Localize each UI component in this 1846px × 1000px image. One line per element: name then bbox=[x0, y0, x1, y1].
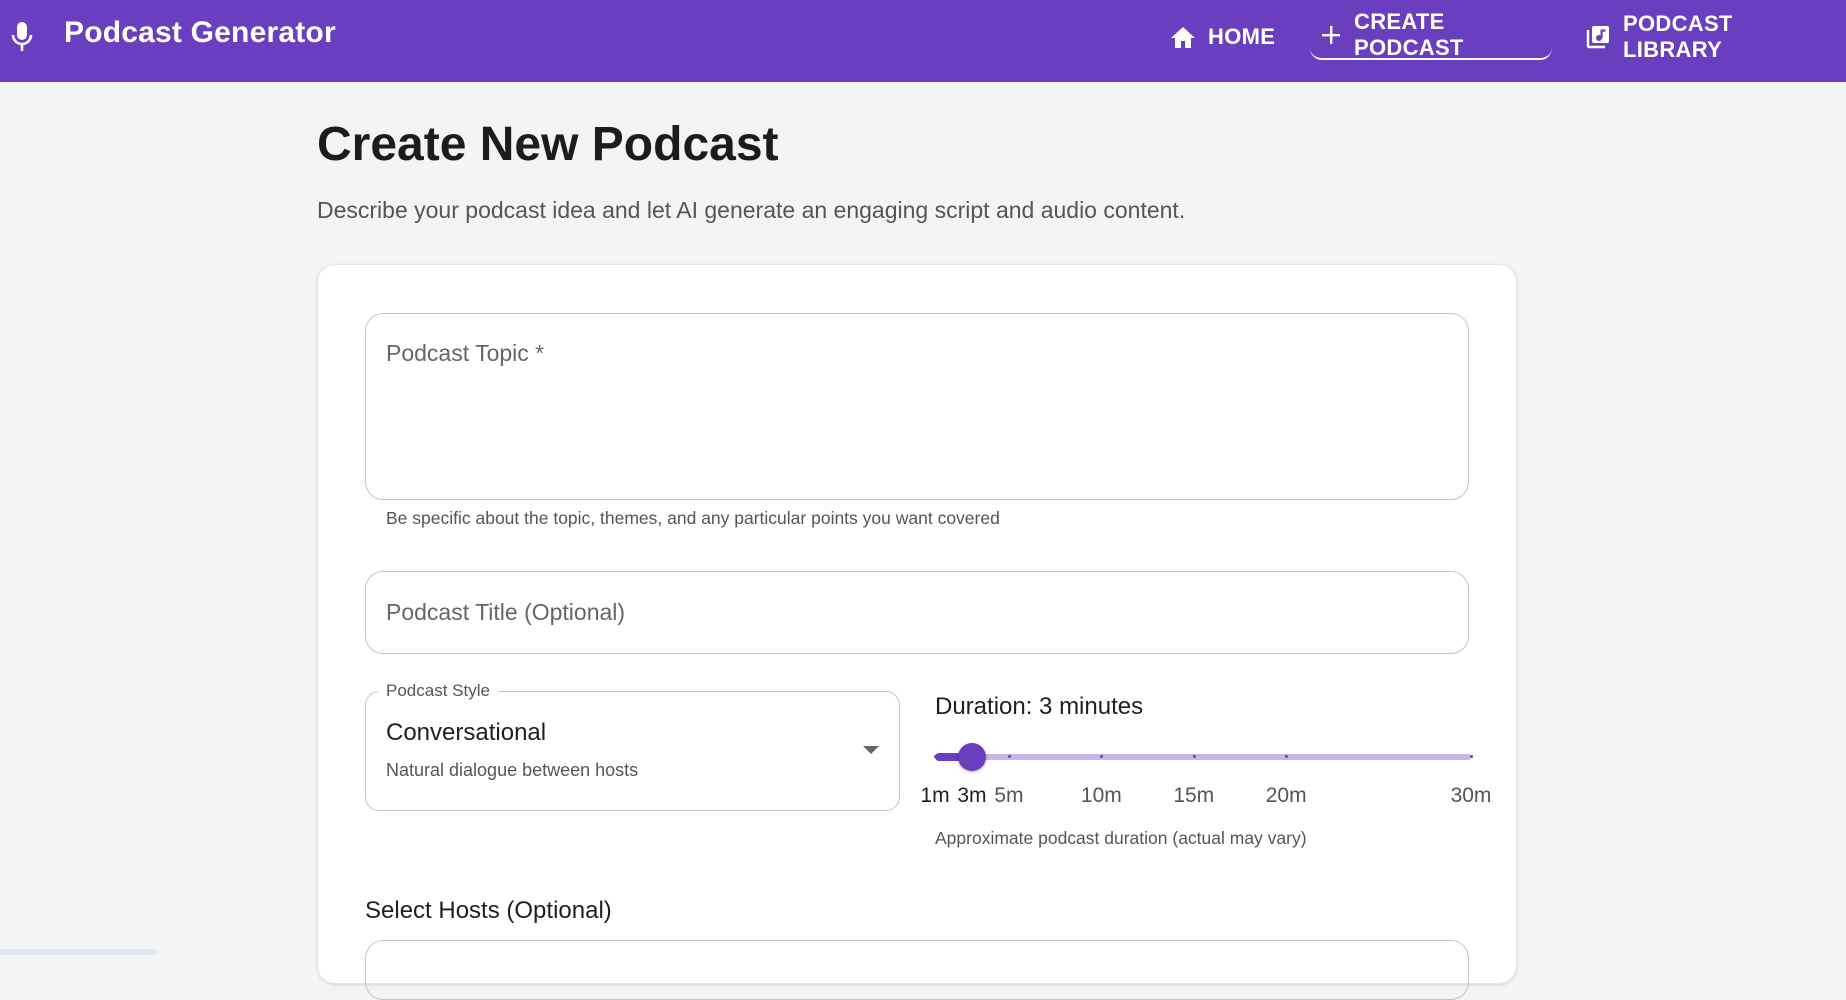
app-title[interactable]: Podcast Generator bbox=[64, 16, 336, 50]
slider-mark bbox=[1192, 755, 1196, 758]
slider-mark-label: 20m bbox=[1265, 784, 1307, 807]
podcast-title-field[interactable]: Podcast Title (Optional) bbox=[365, 571, 1469, 654]
podcast-style-label: Podcast Style bbox=[378, 680, 498, 702]
podcast-style-select[interactable]: Podcast Style Conversational Natural dia… bbox=[365, 680, 900, 811]
select-hosts-field[interactable] bbox=[365, 940, 1469, 1000]
select-hosts-label: Select Hosts (Optional) bbox=[365, 897, 612, 924]
slider-thumb[interactable] bbox=[957, 743, 986, 771]
nav-home-label: HOME bbox=[1208, 24, 1276, 49]
podcast-topic-placeholder: Podcast Topic * bbox=[386, 340, 545, 366]
podcast-style-description: Natural dialogue between hosts bbox=[386, 760, 639, 780]
app-bar: Podcast Generator HOME CREATE PODCAST PO… bbox=[0, 0, 1846, 82]
page-subtitle: Describe your podcast idea and let AI ge… bbox=[317, 197, 1186, 223]
plus-icon bbox=[1322, 26, 1340, 44]
home-icon bbox=[1171, 27, 1195, 48]
slider-mark-label: 3m bbox=[957, 784, 987, 807]
podcast-style-value: Conversational bbox=[386, 719, 547, 746]
duration-label: Duration: 3 minutes bbox=[935, 693, 1144, 720]
duration-slider[interactable] bbox=[934, 740, 1473, 774]
duration-helper-text: Approximate podcast duration (actual may… bbox=[935, 828, 1307, 848]
page-title: Create New Podcast bbox=[317, 118, 779, 171]
podcast-title-placeholder: Podcast Title (Optional) bbox=[386, 599, 626, 625]
nav-library-label: PODCAST LIBRARY bbox=[1623, 11, 1733, 62]
slider-mark-label: 1m bbox=[920, 784, 950, 807]
slider-mark-label: 10m bbox=[1080, 784, 1122, 807]
slider-mark-label: 30m bbox=[1450, 784, 1492, 807]
podcast-topic-helper-text: Be specific about the topic, themes, and… bbox=[386, 508, 1000, 528]
slider-mark-label: 15m bbox=[1173, 784, 1215, 807]
slider-rail bbox=[935, 754, 1471, 760]
nav-home-button[interactable]: HOME bbox=[1160, 14, 1285, 60]
microphone-icon bbox=[11, 22, 33, 51]
nav-podcast-library-button[interactable]: PODCAST LIBRARY bbox=[1575, 11, 1846, 62]
library-music-icon bbox=[1586, 26, 1609, 49]
dropdown-arrow-icon bbox=[863, 746, 879, 754]
slider-mark bbox=[1470, 755, 1473, 758]
nav-create-label: CREATE PODCAST bbox=[1354, 9, 1464, 60]
bottom-left-strip bbox=[0, 949, 157, 955]
podcast-topic-field[interactable]: Podcast Topic * bbox=[365, 313, 1469, 500]
slider-mark bbox=[934, 755, 937, 758]
slider-mark-label: 5m bbox=[994, 784, 1024, 807]
nav-create-podcast-button[interactable]: CREATE PODCAST bbox=[1310, 9, 1552, 60]
slider-mark bbox=[1007, 755, 1011, 758]
